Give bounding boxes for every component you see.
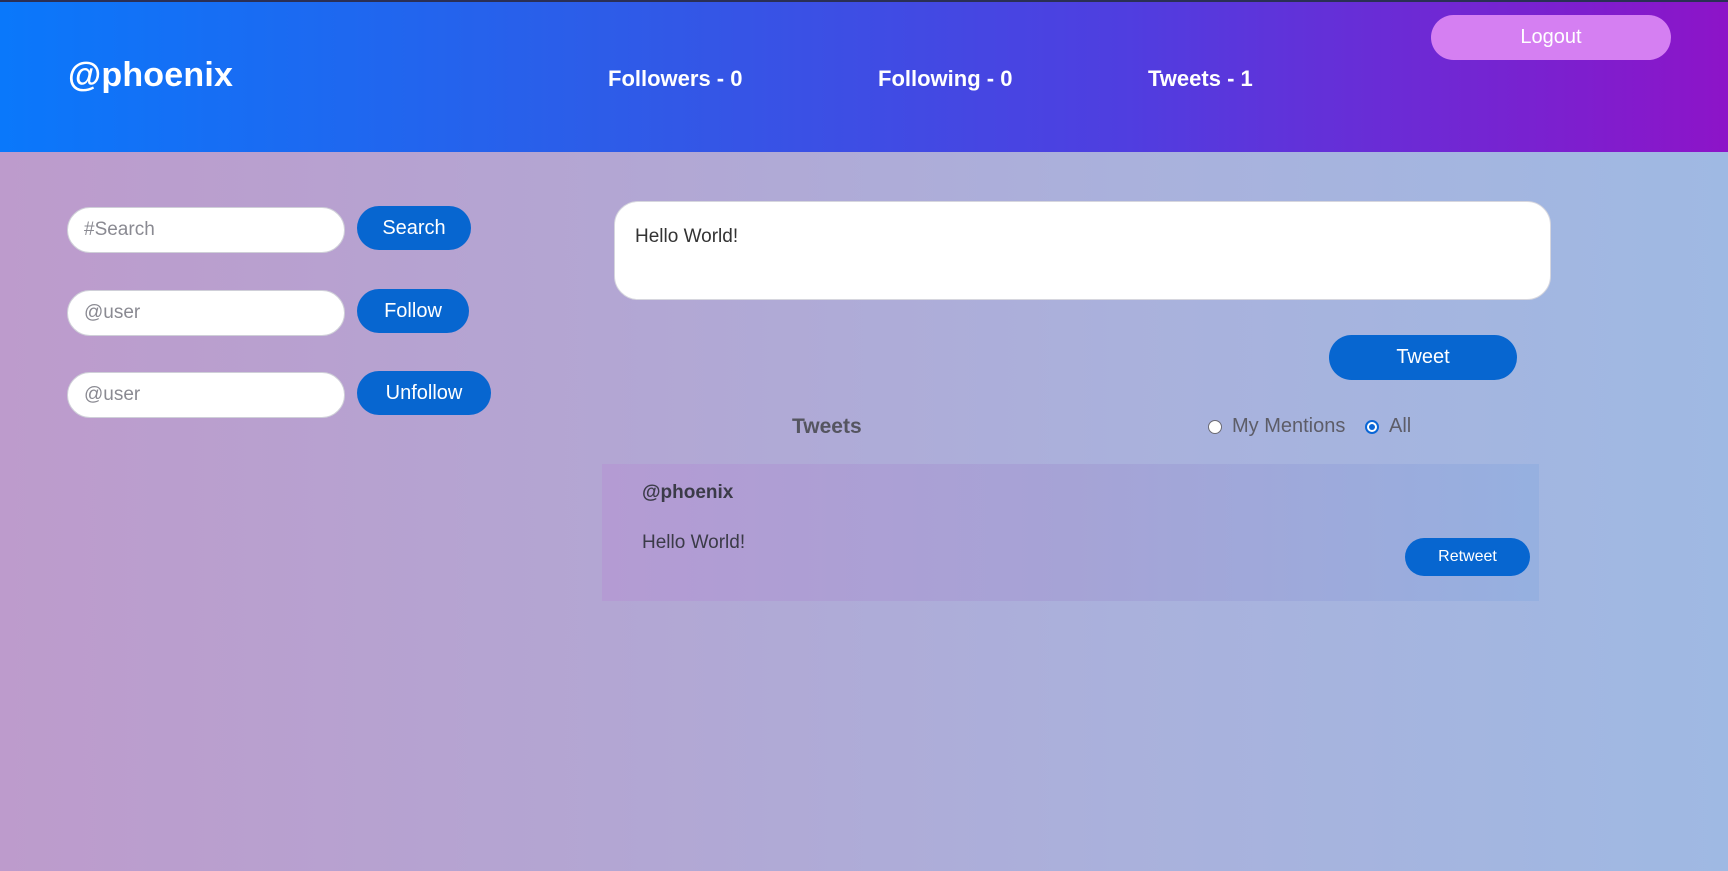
follow-button[interactable]: Follow [357, 289, 469, 333]
follow-user-input[interactable] [67, 290, 345, 336]
unfollow-button[interactable]: Unfollow [357, 371, 491, 415]
tweet-button[interactable]: Tweet [1329, 335, 1517, 380]
retweet-button[interactable]: Retweet [1405, 538, 1530, 576]
search-button[interactable]: Search [357, 206, 471, 250]
filter-my-mentions[interactable]: My Mentions [1208, 415, 1345, 438]
search-input[interactable] [67, 207, 345, 253]
filter-all[interactable]: All [1365, 415, 1411, 438]
tweet-card: @phoenix Hello World! Retweet [602, 464, 1539, 601]
tweets-count: Tweets - 1 [1148, 66, 1253, 91]
filter-label: My Mentions [1232, 415, 1346, 437]
tweet-author: @phoenix [642, 482, 734, 503]
all-radio[interactable] [1365, 419, 1379, 434]
tweet-composer[interactable]: Hello World! [614, 201, 1551, 300]
tweet-text: Hello World! [642, 532, 746, 553]
profile-header: @phoenix Followers - 0 Following - 0 Twe… [0, 2, 1728, 152]
tweets-heading: Tweets [792, 415, 862, 438]
following-count: Following - 0 [878, 66, 1013, 91]
profile-username: @phoenix [68, 56, 234, 94]
unfollow-user-input[interactable] [67, 372, 345, 418]
logout-button[interactable]: Logout [1431, 15, 1671, 60]
my-mentions-radio[interactable] [1208, 419, 1222, 434]
filter-label: All [1389, 415, 1412, 437]
followers-count: Followers - 0 [608, 66, 743, 91]
